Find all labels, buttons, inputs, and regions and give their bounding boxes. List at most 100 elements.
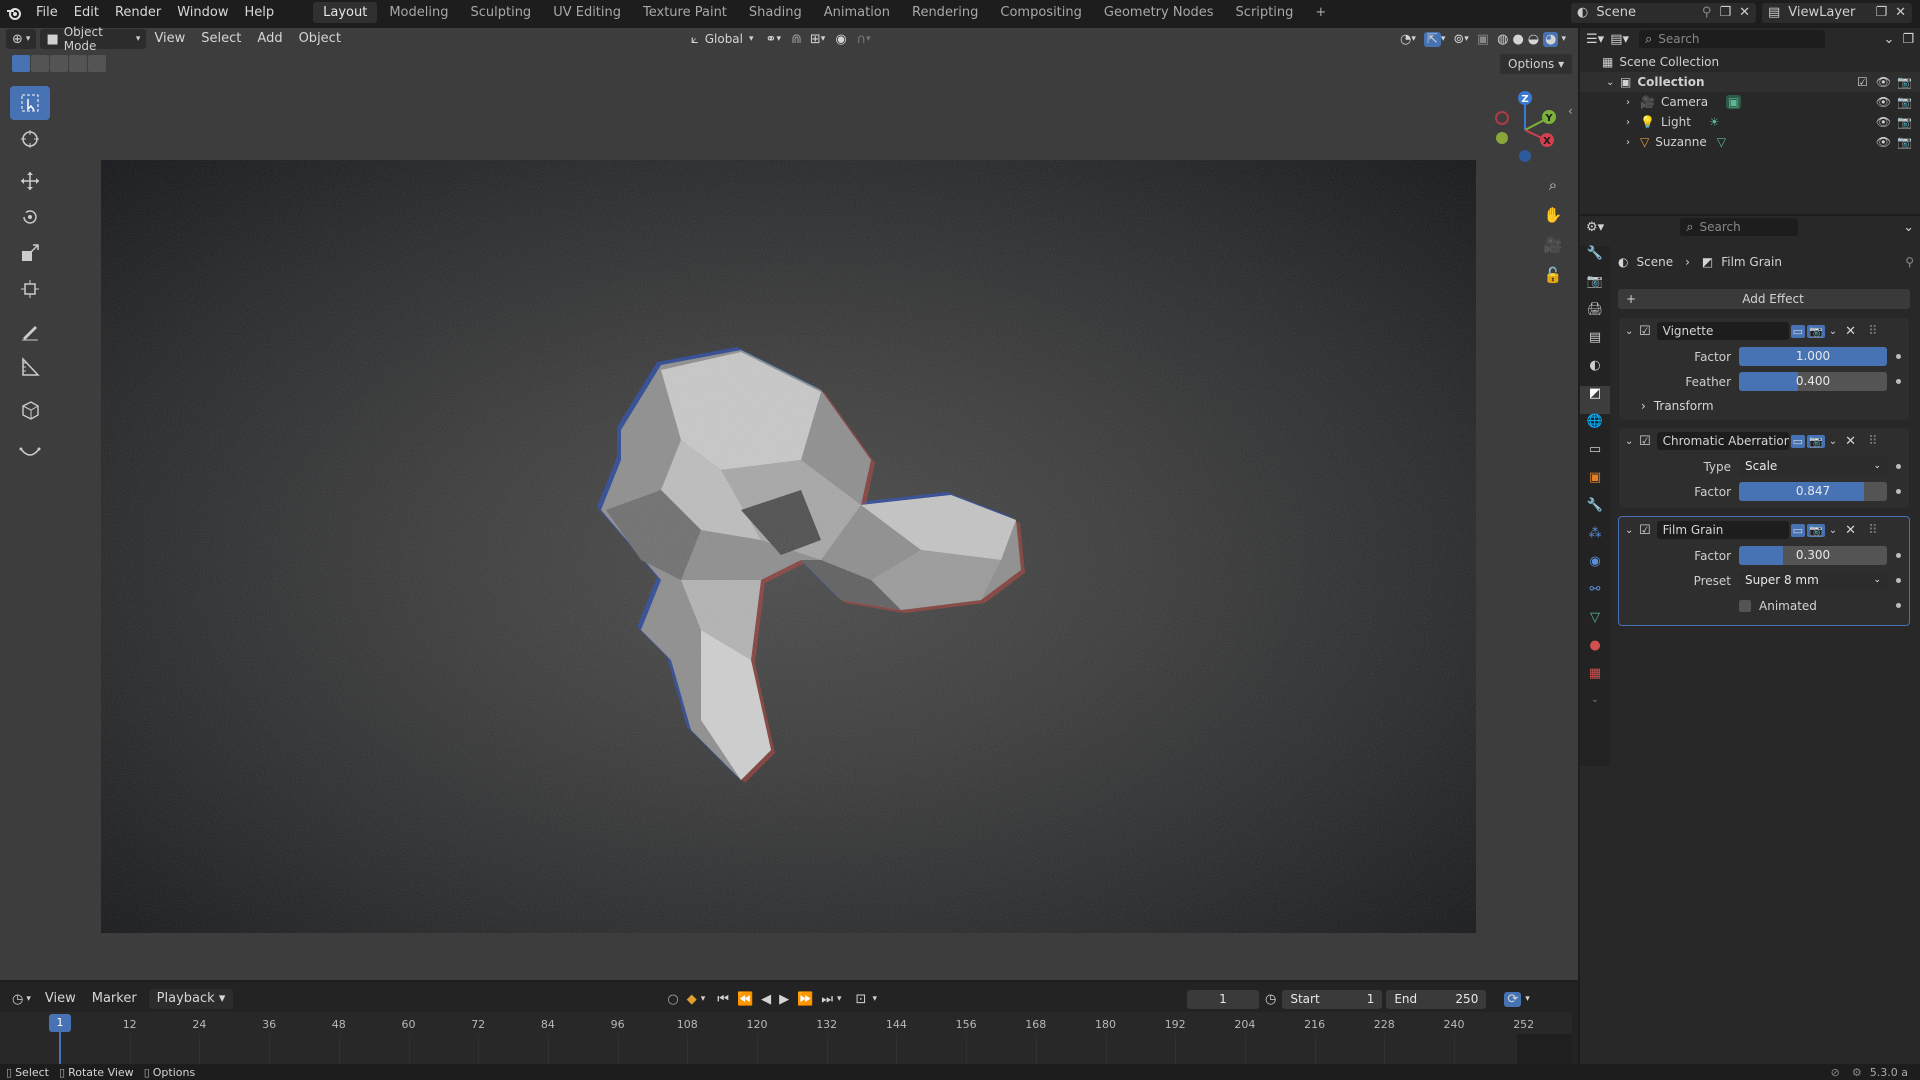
gizmo-toggle[interactable]: ⇱ ▾: [1420, 31, 1449, 47]
drag-handle-icon[interactable]: ⠿: [1868, 434, 1878, 449]
keyframe-dot-icon[interactable]: [1896, 379, 1901, 384]
snap-dropdown[interactable]: ⊞ ▾: [806, 32, 829, 47]
scene-tab-icon[interactable]: ◐: [1580, 358, 1610, 386]
overlay-toggle[interactable]: ⊚ ▾: [1449, 32, 1472, 47]
pin-icon[interactable]: ⚲: [1905, 255, 1914, 269]
tab-sculpting[interactable]: Sculpting: [460, 2, 541, 23]
exclude-checkbox-icon[interactable]: ☑: [1857, 75, 1868, 89]
menu-view[interactable]: View: [146, 29, 193, 49]
timeline-menu-playback[interactable]: Playback ▾: [148, 989, 234, 1009]
solid-shading-icon[interactable]: ●: [1512, 32, 1523, 47]
editor-type-button[interactable]: ⊕ ▾: [6, 29, 37, 49]
tab-modeling[interactable]: Modeling: [379, 2, 458, 23]
viewport-display-icon[interactable]: ▭: [1790, 523, 1806, 537]
delete-scene-icon[interactable]: ✕: [1739, 5, 1750, 20]
move-tool[interactable]: [10, 164, 50, 198]
data-tab-icon[interactable]: ▽: [1580, 610, 1610, 638]
keyframe-dot-icon[interactable]: [1896, 553, 1901, 558]
modifier-tab-icon[interactable]: 🔧: [1580, 498, 1610, 526]
visibility-eye-icon[interactable]: 👁: [1876, 95, 1891, 109]
tab-texture-paint[interactable]: Texture Paint: [633, 2, 737, 23]
orientation-dropdown[interactable]: ⟀ Global ▾: [685, 29, 760, 49]
select-extend-icon[interactable]: [31, 54, 49, 72]
transform-tool[interactable]: [10, 272, 50, 306]
chromatic-factor-slider[interactable]: 0.847: [1739, 482, 1887, 501]
viewlayer-selector[interactable]: ▤ ViewLayer ❐ ✕: [1762, 2, 1912, 23]
filter-icon[interactable]: ⌄: [1883, 32, 1894, 47]
select-invert-icon[interactable]: [69, 54, 87, 72]
physics-tab-icon[interactable]: ◉: [1580, 554, 1610, 582]
object-tab-icon[interactable]: ▣: [1580, 470, 1610, 498]
lock-camera-icon[interactable]: 🔓: [1542, 266, 1564, 296]
current-frame-field[interactable]: 1: [1186, 989, 1259, 1009]
enable-checkbox-icon[interactable]: ☑: [1639, 434, 1651, 449]
animated-checkbox[interactable]: [1739, 599, 1751, 612]
outliner-editor-type[interactable]: ☰▾: [1586, 32, 1604, 47]
outliner-item-light[interactable]: › 💡 Light ☀ 👁 📷: [1580, 112, 1920, 132]
enable-checkbox-icon[interactable]: ☑: [1639, 523, 1651, 538]
transform-subpanel[interactable]: › Transform: [1619, 394, 1909, 418]
tab-rendering[interactable]: Rendering: [902, 2, 988, 23]
collapse-icon[interactable]: ⌄: [1625, 436, 1639, 447]
effects-tab-icon[interactable]: ◩: [1580, 386, 1610, 414]
tab-shading[interactable]: Shading: [739, 2, 812, 23]
keyframe-icon[interactable]: ◆: [687, 992, 697, 1007]
outliner-item-camera[interactable]: › 🎥 Camera ▣ 👁 📷: [1580, 92, 1920, 112]
prev-key-icon[interactable]: ⏪: [737, 992, 753, 1007]
keyframe-dot-icon[interactable]: [1896, 354, 1901, 359]
snap-toggle[interactable]: ⋒: [787, 32, 806, 47]
render-display-icon[interactable]: 📷: [1807, 434, 1825, 448]
falloff-dropdown[interactable]: ∩ ▾: [853, 32, 875, 47]
select-subtract-icon[interactable]: [50, 54, 68, 72]
menu-edit[interactable]: Edit: [66, 0, 107, 25]
particles-tab-icon[interactable]: ⁂: [1580, 526, 1610, 554]
measure-tool[interactable]: [10, 350, 50, 384]
world-tab-icon[interactable]: 🌐: [1580, 414, 1610, 442]
film-grain-factor-slider[interactable]: 0.300: [1739, 546, 1887, 565]
timeline-menu-view[interactable]: View: [37, 989, 84, 1009]
zoom-icon[interactable]: ⌕: [1542, 176, 1564, 206]
select-box-tool[interactable]: [10, 86, 50, 120]
tab-scripting[interactable]: Scripting: [1226, 2, 1304, 23]
play-icon[interactable]: ▶: [779, 992, 789, 1007]
render-camera-icon[interactable]: 📷: [1897, 95, 1912, 109]
new-collection-icon[interactable]: ❐: [1902, 32, 1914, 47]
select-new-icon[interactable]: [12, 54, 30, 72]
collapse-sidebar-icon[interactable]: ‹: [1568, 104, 1573, 118]
auto-key-icon[interactable]: ⊡: [856, 992, 867, 1007]
outliner-item-suzanne[interactable]: › ▽ Suzanne ▽ 👁 📷: [1580, 132, 1920, 152]
scene-selector[interactable]: ◐ Scene ⚲ ❐ ✕: [1571, 2, 1756, 23]
wireframe-shading-icon[interactable]: ◍: [1497, 32, 1508, 47]
options-dropdown[interactable]: Options ▾: [1500, 54, 1573, 74]
mode-dropdown[interactable]: ■ Object Mode ▾: [40, 25, 147, 53]
preview-range-icon[interactable]: ◷: [1265, 992, 1276, 1007]
film-grain-name-field[interactable]: Film Grain: [1656, 521, 1789, 539]
drag-handle-icon[interactable]: ⠿: [1868, 324, 1878, 339]
curve-tool[interactable]: [10, 434, 50, 468]
new-scene-icon[interactable]: ❐: [1719, 5, 1731, 20]
viewport-display-icon[interactable]: ▭: [1790, 324, 1806, 338]
menu-window[interactable]: Window: [169, 0, 236, 25]
prev-frame-icon[interactable]: ◀: [761, 992, 771, 1007]
visibility-eye-icon[interactable]: 👁: [1876, 75, 1891, 89]
material-tab-icon[interactable]: ●: [1580, 638, 1610, 666]
display-mode-dropdown[interactable]: ▤▾: [1610, 32, 1629, 47]
timeline-ruler[interactable]: 12 24 36 48 60 72 84 96 108 120 132 144 156 168 180 192…: [0, 1012, 1572, 1064]
render-camera-icon[interactable]: 📷: [1897, 135, 1912, 149]
scale-tool[interactable]: [10, 236, 50, 270]
add-workspace-icon[interactable]: +: [1305, 2, 1336, 23]
jump-start-icon[interactable]: ⏮: [717, 992, 729, 1007]
vignette-factor-slider[interactable]: 1.000: [1739, 347, 1887, 366]
cursor-tool[interactable]: [10, 122, 50, 156]
pivot-dropdown[interactable]: ⚭ ▾: [760, 32, 787, 47]
collection-tab-icon[interactable]: ▭: [1580, 442, 1610, 470]
view-layer-tab-icon[interactable]: ▤: [1580, 330, 1610, 358]
visibility-eye-icon[interactable]: 👁: [1876, 115, 1891, 129]
timeline-editor-type[interactable]: ◷ ▾: [6, 992, 37, 1007]
record-icon[interactable]: ○: [667, 992, 678, 1007]
collapse-icon[interactable]: ⌄: [1625, 326, 1639, 337]
viewport-display-icon[interactable]: ▭: [1790, 434, 1806, 448]
collapse-icon[interactable]: ⌄: [1606, 77, 1620, 88]
remove-icon[interactable]: ✕: [1845, 434, 1856, 449]
visibility-dropdown[interactable]: ◔ ▾: [1396, 32, 1420, 47]
